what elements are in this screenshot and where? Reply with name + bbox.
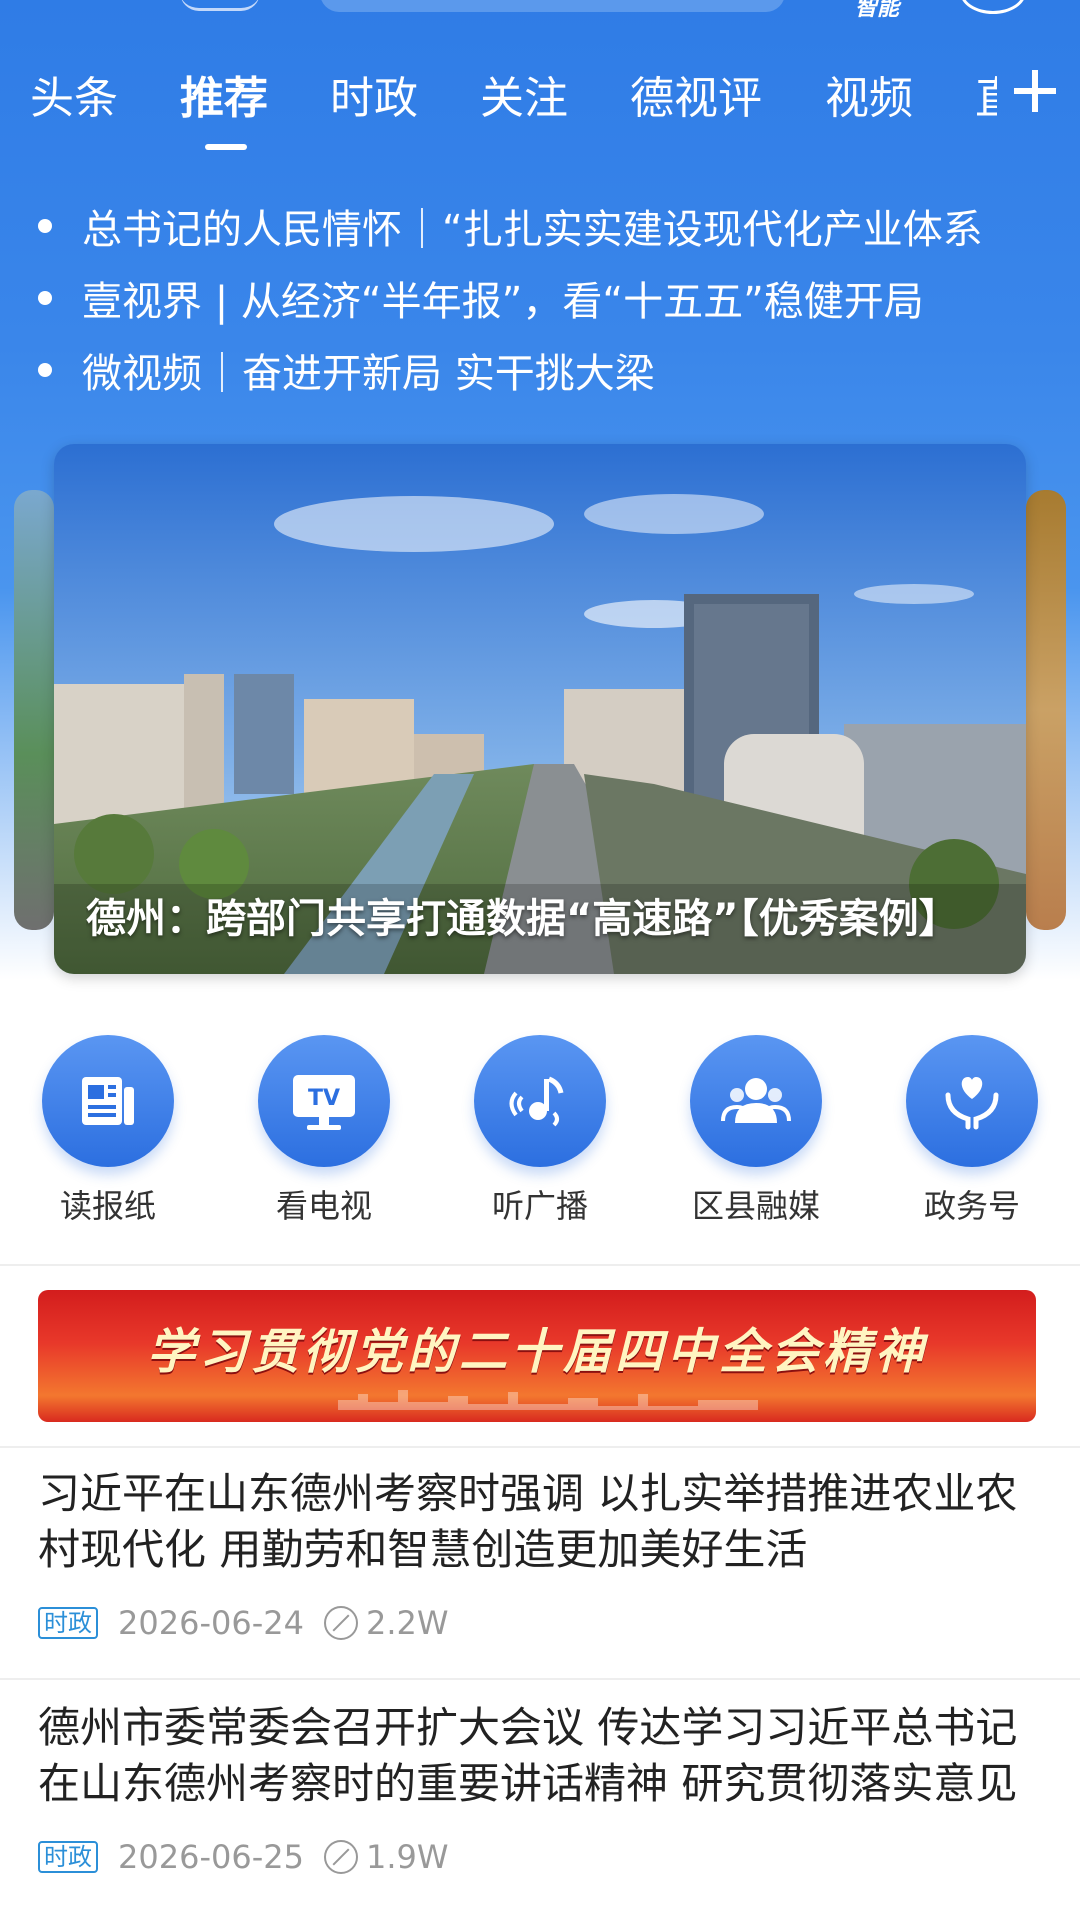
promo-banner-text: 学习贯彻党的二十届四中全会精神 xyxy=(146,1324,927,1380)
section-divider xyxy=(0,1446,1080,1448)
service-label: 政务号 xyxy=(923,1187,1020,1225)
article-views: 1.9W xyxy=(365,1838,449,1876)
heart-hands-icon xyxy=(906,1035,1038,1167)
quick-services: 读报纸 TV 看电视 听广播 区县融媒 政务号 xyxy=(0,1035,1080,1225)
news-article[interactable]: 德州市委常委会召开扩大会议 传达学习习近平总书记在山东德州考察时的重要讲话精神 … xyxy=(38,1700,1048,1876)
article-date: 2026-06-25 xyxy=(118,1838,304,1876)
add-channel-icon[interactable] xyxy=(1010,66,1060,116)
article-title: 德州市委常委会召开扩大会议 传达学习习近平总书记在山东德州考察时的重要讲话精神 … xyxy=(38,1703,1018,1808)
section-divider xyxy=(0,1264,1080,1266)
newspaper-icon xyxy=(42,1035,174,1167)
bullet-dot-icon xyxy=(38,219,52,233)
tab-follow[interactable]: 关注 xyxy=(480,62,568,126)
service-government-account[interactable]: 政务号 xyxy=(887,1035,1057,1227)
tv-icon: TV xyxy=(258,1035,390,1167)
people-icon xyxy=(690,1035,822,1167)
carousel-card[interactable]: 德州：跨部门共享打通数据“高速路”【优秀案例】 xyxy=(54,444,1026,974)
tab-video[interactable]: 视频 xyxy=(825,62,913,126)
category-tag: 时政 xyxy=(38,1841,98,1873)
service-newspaper[interactable]: 读报纸 xyxy=(23,1035,193,1227)
carousel-prev-card[interactable] xyxy=(14,490,54,930)
carousel-next-card[interactable] xyxy=(1026,490,1066,930)
service-tv[interactable]: TV 看电视 xyxy=(239,1035,409,1227)
headline-item[interactable]: 总书记的人民情怀｜“扎扎实实建设现代化产业体系 xyxy=(38,190,1078,262)
headline-item[interactable]: 壹视界 | 从经济“半年报”，看“十五五”稳健开局 xyxy=(38,262,1078,334)
section-divider xyxy=(0,1678,1080,1680)
news-article[interactable]: 习近平在山东德州考察时强调 以扎实举措推进农业农村现代化 用勤劳和智慧创造更加美… xyxy=(38,1466,1048,1642)
article-title: 习近平在山东德州考察时强调 以扎实举措推进农业农村现代化 用勤劳和智慧创造更加美… xyxy=(38,1469,1018,1574)
tab-live[interactable]: 直 xyxy=(975,62,997,126)
service-label: 听广播 xyxy=(491,1187,588,1225)
carousel-caption: 德州：跨部门共享打通数据“高速路”【优秀案例】 xyxy=(86,896,959,942)
category-tag: 时政 xyxy=(38,1607,98,1639)
tab-commentary[interactable]: 德视评 xyxy=(630,62,762,126)
ai-assistant-label[interactable]: 智能 xyxy=(855,0,899,22)
article-meta: 时政 2026-06-25 1.9W xyxy=(38,1838,1048,1876)
headline-list: 总书记的人民情怀｜“扎扎实实建设现代化产业体系 壹视界 | 从经济“半年报”，看… xyxy=(38,190,1078,406)
skyline-decoration xyxy=(338,1390,758,1410)
radio-icon xyxy=(474,1035,606,1167)
search-input[interactable] xyxy=(320,0,785,12)
service-radio[interactable]: 听广播 xyxy=(455,1035,625,1227)
headline-text: 总书记的人民情怀｜“扎扎实实建设现代化产业体系 xyxy=(82,207,983,253)
tab-recommended[interactable]: 推荐 xyxy=(180,62,268,126)
app-logo xyxy=(180,0,260,11)
headline-text: 壹视界 | 从经济“半年报”，看“十五五”稳健开局 xyxy=(82,279,924,325)
tab-headlines[interactable]: 头条 xyxy=(30,62,118,126)
svg-text:TV: TV xyxy=(308,1086,340,1111)
service-label: 区县融媒 xyxy=(691,1187,820,1225)
service-county-media[interactable]: 区县融媒 xyxy=(671,1035,841,1227)
service-label: 读报纸 xyxy=(59,1187,156,1225)
article-views: 2.2W xyxy=(365,1604,449,1642)
active-tab-indicator xyxy=(205,144,247,150)
service-label: 看电视 xyxy=(275,1187,372,1225)
bullet-dot-icon xyxy=(38,291,52,305)
tab-politics[interactable]: 时政 xyxy=(330,62,418,126)
views-icon xyxy=(323,1606,358,1640)
promo-banner[interactable]: 学习贯彻党的二十届四中全会精神 xyxy=(38,1290,1036,1422)
article-date: 2026-06-24 xyxy=(118,1604,304,1642)
article-meta: 时政 2026-06-24 2.2W xyxy=(38,1604,1048,1642)
headline-text: 微视频｜奋进开新局 实干挑大梁 xyxy=(82,351,655,397)
headline-item[interactable]: 微视频｜奋进开新局 实干挑大梁 xyxy=(38,334,1078,406)
bullet-dot-icon xyxy=(38,363,52,377)
views-icon xyxy=(323,1840,358,1874)
